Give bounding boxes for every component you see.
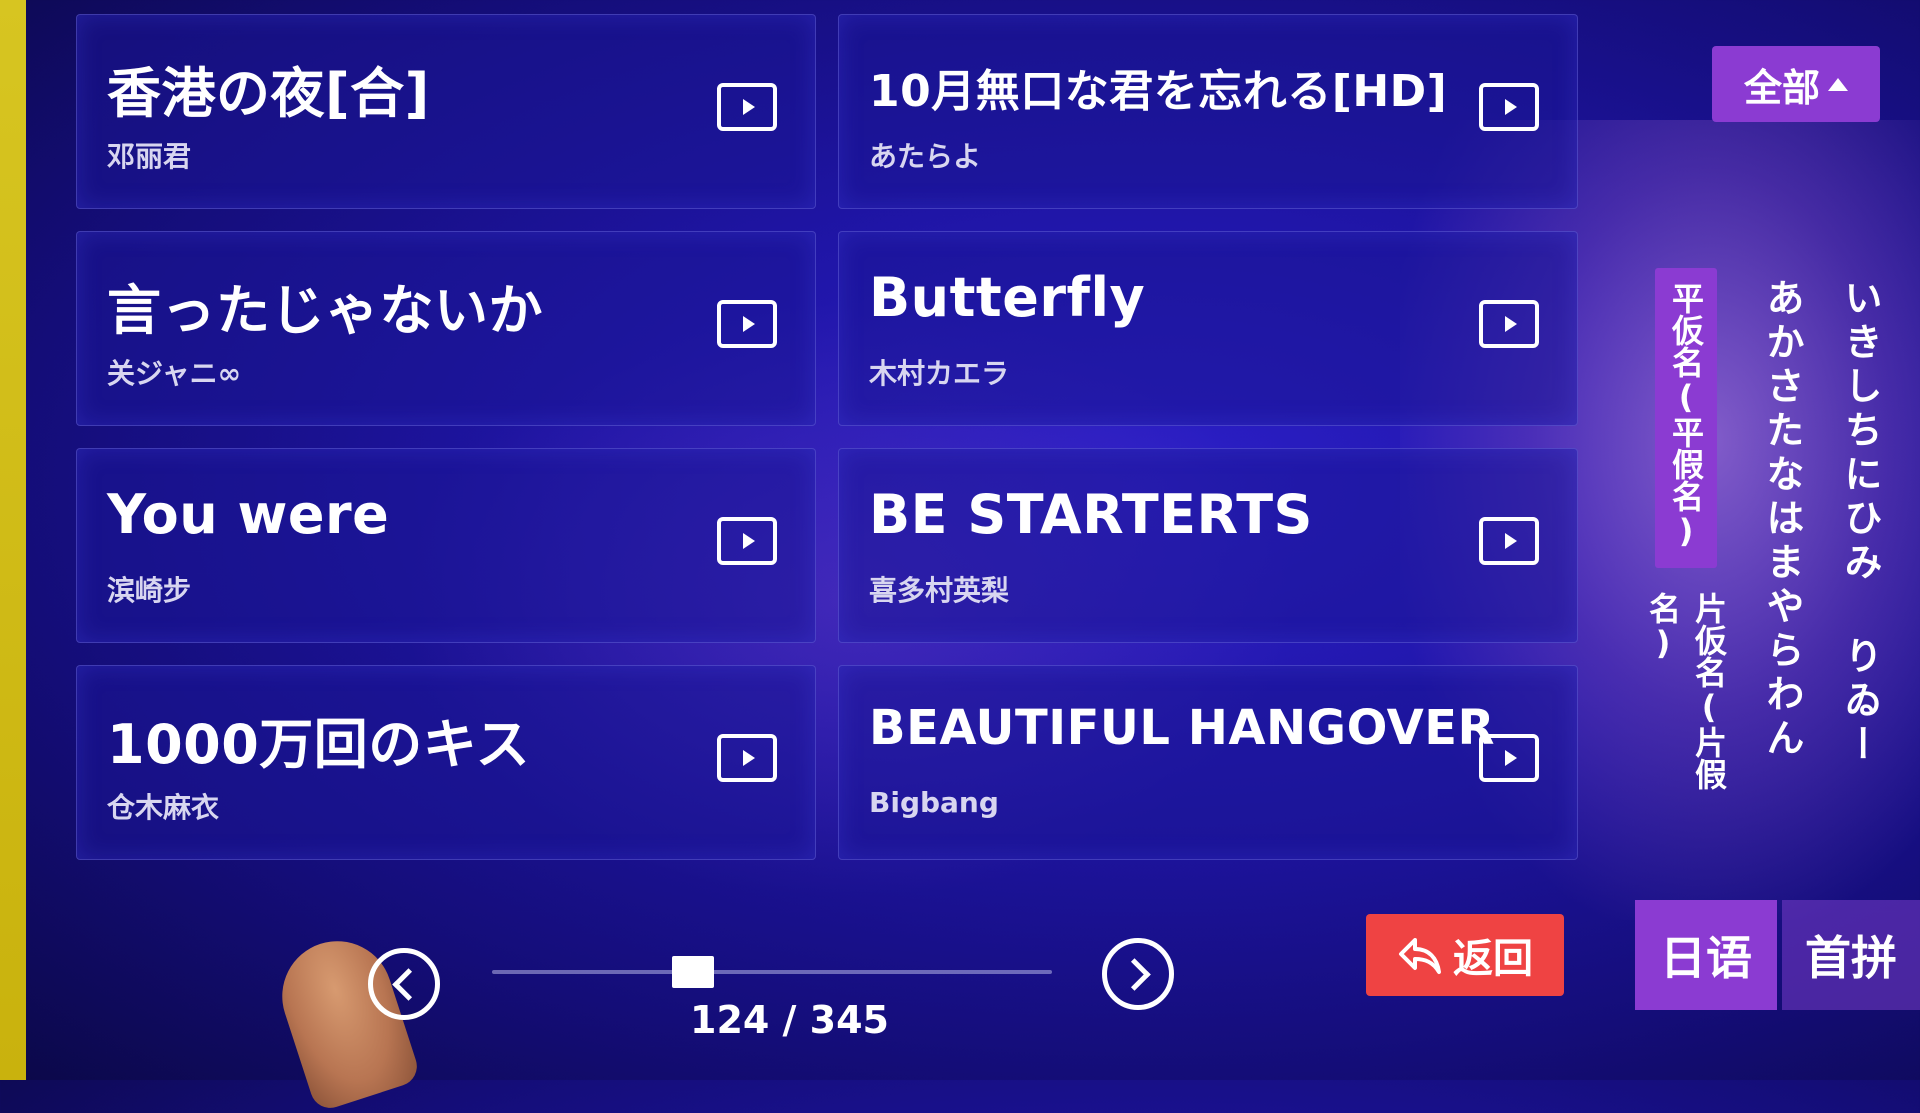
song-card[interactable]: BEAUTIFUL HANGOVER Bigbang: [838, 665, 1578, 860]
play-preview-button[interactable]: [717, 734, 777, 782]
play-icon: [1504, 316, 1517, 332]
song-artist: あたらよ: [869, 140, 982, 173]
kana-column-i[interactable]: いきしちにひみ りゐー: [1833, 278, 1888, 768]
chevron-left-icon: [391, 967, 425, 1001]
play-icon: [1504, 533, 1517, 549]
tab-japanese[interactable]: 日语: [1635, 900, 1777, 1010]
song-artist: 仓木麻衣: [107, 791, 220, 824]
song-card[interactable]: Butterfly 木村カエラ: [838, 231, 1578, 426]
play-preview-button[interactable]: [717, 300, 777, 348]
song-artist: 滨崎步: [107, 574, 192, 607]
play-icon: [742, 99, 755, 115]
next-page-button[interactable]: [1102, 938, 1174, 1010]
caret-up-icon: [1828, 77, 1848, 91]
play-icon: [1504, 750, 1517, 766]
page-progress-thumb[interactable]: [672, 956, 715, 988]
song-card[interactable]: 10月無口な君を忘れる[HD] あたらよ: [838, 14, 1578, 209]
play-icon: [1504, 99, 1517, 115]
chevron-right-icon: [1117, 957, 1151, 991]
back-label: 返回: [1453, 936, 1533, 982]
play-preview-button[interactable]: [717, 83, 777, 131]
play-preview-button[interactable]: [717, 517, 777, 565]
tab-pinyin[interactable]: 首拼: [1782, 900, 1920, 1010]
tab-katakana[interactable]: 片仮名(片假名): [1644, 578, 1728, 848]
kana-column-a[interactable]: あかさたなはまやらわん: [1755, 278, 1810, 762]
song-list: 香港の夜[合] 邓丽君 10月無口な君を忘れる[HD] あたらよ 言ったじゃない…: [76, 14, 1578, 874]
filter-all-button[interactable]: 全部: [1712, 46, 1880, 122]
kana-index-panel: 平仮名(平假名) 片仮名(片假名) あかさたなはまやらわん いきしちにひみ りゐ…: [1644, 268, 1920, 858]
song-card[interactable]: 1000万回のキス 仓木麻衣: [76, 665, 816, 860]
song-title: BE STARTERTS: [869, 483, 1313, 546]
tab-hiragana[interactable]: 平仮名(平假名): [1655, 268, 1717, 568]
song-title: 香港の夜[合]: [107, 62, 430, 125]
song-card[interactable]: 言ったじゃないか 关ジャニ∞: [76, 231, 816, 426]
song-card[interactable]: BE STARTERTS 喜多村英梨: [838, 448, 1578, 643]
song-title: 言ったじゃないか: [107, 279, 543, 342]
song-title: Butterfly: [869, 266, 1146, 329]
play-preview-button[interactable]: [1479, 734, 1539, 782]
play-icon: [742, 533, 755, 549]
prev-page-button[interactable]: [368, 948, 440, 1020]
back-arrow-icon: [1399, 938, 1441, 974]
filter-label: 全部: [1743, 65, 1820, 110]
song-title: You were: [107, 483, 390, 546]
play-icon: [742, 316, 755, 332]
song-artist: Bigbang: [869, 786, 999, 819]
play-icon: [742, 750, 755, 766]
song-artist: 木村カエラ: [869, 357, 1010, 390]
song-artist: 关ジャニ∞: [107, 357, 241, 390]
song-card[interactable]: You were 滨崎步: [76, 448, 816, 643]
back-button[interactable]: 返回: [1366, 914, 1564, 996]
left-bezel: [0, 0, 26, 1080]
play-preview-button[interactable]: [1479, 83, 1539, 131]
play-preview-button[interactable]: [1479, 517, 1539, 565]
song-title: 10月無口な君を忘れる[HD]: [869, 66, 1448, 117]
play-preview-button[interactable]: [1479, 300, 1539, 348]
song-artist: 邓丽君: [107, 140, 192, 173]
song-title: 1000万回のキス: [107, 713, 531, 776]
page-progress-track[interactable]: [492, 956, 1052, 988]
song-card[interactable]: 香港の夜[合] 邓丽君: [76, 14, 816, 209]
song-artist: 喜多村英梨: [869, 574, 1010, 607]
page-indicator: 124 / 345: [690, 998, 889, 1042]
song-title: BEAUTIFUL HANGOVER: [869, 700, 1495, 756]
